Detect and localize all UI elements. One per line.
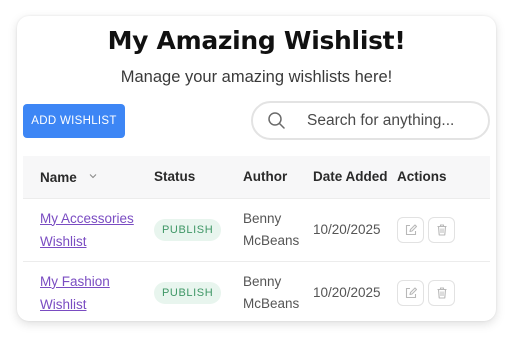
cell-author: Benny McBeans: [243, 198, 313, 261]
column-header-name[interactable]: Name: [23, 156, 154, 198]
table-header-row: Name Status Author Date Added Actions: [23, 156, 490, 198]
delete-button[interactable]: [428, 216, 455, 243]
delete-button[interactable]: [428, 279, 455, 306]
wishlist-link-line2: Wishlist: [40, 233, 87, 249]
date-added: 10/20/2025: [313, 222, 381, 237]
edit-icon: [405, 223, 418, 235]
table-row: My Fashion Wishlist PUBLISH Benny McBeans…: [23, 261, 490, 321]
column-header-status: Status: [154, 169, 196, 185]
edit-icon: [405, 287, 418, 298]
status-badge: PUBLISH: [154, 218, 222, 241]
cell-actions: [397, 198, 490, 261]
cell-status: PUBLISH: [154, 198, 243, 261]
edit-button[interactable]: [397, 216, 424, 243]
search-icon: [267, 111, 287, 131]
wishlist-link-line1: My Fashion Wishlist: [40, 273, 110, 312]
trash-icon: [437, 223, 447, 236]
cell-name: My Accessories Wishlist: [23, 198, 154, 261]
search-input[interactable]: [307, 109, 477, 133]
column-header-actions: Actions: [397, 169, 447, 185]
author-last: McBeans: [243, 232, 300, 248]
page-title: My Amazing Wishlist!: [107, 26, 406, 55]
add-wishlist-button[interactable]: ADD WISHLIST: [23, 104, 125, 138]
wishlist-table: Name Status Author Date Added Actions My…: [23, 156, 490, 321]
wishlist-link-line1: My Accessories: [40, 210, 134, 226]
sort-chevron-icon[interactable]: [89, 168, 97, 179]
trash-icon: [437, 287, 447, 299]
cell-status: PUBLISH: [154, 261, 243, 321]
author-first: Benny: [243, 273, 282, 289]
edit-button[interactable]: [397, 279, 424, 306]
cell-author: Benny McBeans: [243, 261, 313, 321]
search-box[interactable]: [251, 101, 490, 140]
column-header-author: Author: [243, 169, 288, 185]
status-badge: PUBLISH: [154, 281, 222, 304]
author-name: Benny McBeans: [243, 208, 299, 252]
date-added: 10/20/2025: [313, 285, 381, 301]
cell-actions: [397, 261, 490, 321]
wishlist-card: My Amazing Wishlist! Manage your amazing…: [17, 16, 496, 321]
table-row: My Accessories Wishlist PUBLISH Benny McBe…: [23, 198, 490, 261]
column-header-date: Date Added: [313, 169, 388, 185]
author-first: Benny: [243, 210, 282, 226]
author-name: Benny McBeans: [243, 271, 299, 315]
column-label-name: Name: [40, 170, 77, 186]
author-last: McBeans: [243, 295, 300, 311]
wishlist-link[interactable]: My Accessories Wishlist: [40, 207, 134, 253]
cell-name: My Fashion Wishlist: [23, 261, 154, 321]
wishlist-link[interactable]: My Fashion Wishlist: [40, 270, 154, 316]
page-subtitle: Manage your amazing wishlists here!: [120, 68, 393, 86]
